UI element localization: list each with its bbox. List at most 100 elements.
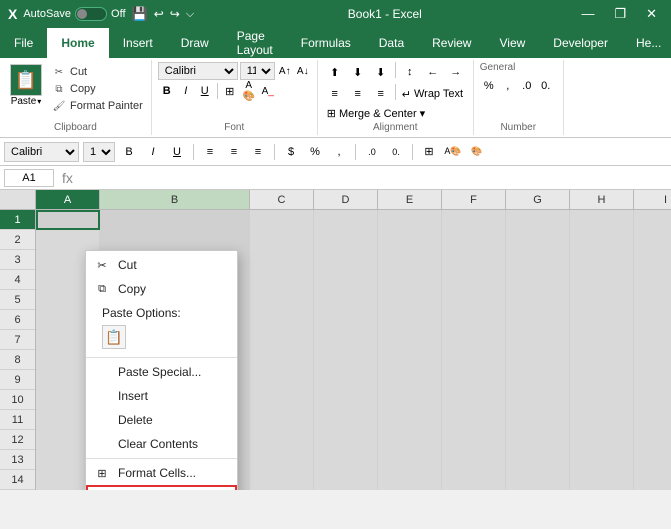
select-all-corner[interactable]: [0, 190, 36, 209]
cell-i1[interactable]: [634, 210, 671, 230]
cell-g4[interactable]: [506, 270, 570, 290]
cell-i8[interactable]: [634, 350, 671, 370]
cell-e11[interactable]: [378, 410, 442, 430]
mini-comma-btn[interactable]: ,: [329, 142, 349, 162]
wrap-text-button[interactable]: ↵ Wrap Text: [399, 84, 466, 104]
cell-i11[interactable]: [634, 410, 671, 430]
cell-e1[interactable]: [378, 210, 442, 230]
font-family-select[interactable]: Calibri: [158, 62, 238, 80]
cell-f11[interactable]: [442, 410, 506, 430]
cell-h8[interactable]: [570, 350, 634, 370]
cell-d8[interactable]: [314, 350, 378, 370]
mini-border-btn[interactable]: ⊞: [419, 142, 439, 162]
undo-icon[interactable]: ↩: [154, 7, 164, 21]
row-header-13[interactable]: 13: [0, 450, 35, 470]
cell-f2[interactable]: [442, 230, 506, 250]
cell-d12[interactable]: [314, 430, 378, 450]
ctx-paste-special[interactable]: Paste Special...: [86, 360, 237, 384]
cell-h12[interactable]: [570, 430, 634, 450]
align-bottom-btn[interactable]: ⬇: [370, 62, 392, 82]
cell-i4[interactable]: [634, 270, 671, 290]
cell-f9[interactable]: [442, 370, 506, 390]
cell-e4[interactable]: [378, 270, 442, 290]
cell-i9[interactable]: [634, 370, 671, 390]
align-middle-btn[interactable]: ⬇: [347, 62, 369, 82]
row-header-11[interactable]: 11: [0, 410, 35, 430]
percent-btn[interactable]: %: [480, 77, 498, 95]
mini-dec-increase[interactable]: .0: [362, 142, 382, 162]
tab-developer[interactable]: Developer: [539, 28, 622, 58]
cell-d2[interactable]: [314, 230, 378, 250]
cell-d5[interactable]: [314, 290, 378, 310]
autosave-toggle[interactable]: [75, 7, 107, 21]
cell-c6[interactable]: [250, 310, 314, 330]
row-header-4[interactable]: 4: [0, 270, 35, 290]
mini-currency-btn[interactable]: $: [281, 142, 301, 162]
row-header-7[interactable]: 7: [0, 330, 35, 350]
mini-align-center[interactable]: ≡: [224, 142, 244, 162]
row-header-9[interactable]: 9: [0, 370, 35, 390]
comma-btn[interactable]: ,: [499, 77, 517, 95]
cell-d11[interactable]: [314, 410, 378, 430]
cell-g14[interactable]: [506, 470, 570, 490]
cell-e5[interactable]: [378, 290, 442, 310]
cell-d9[interactable]: [314, 370, 378, 390]
cell-g2[interactable]: [506, 230, 570, 250]
cell-b1[interactable]: [100, 210, 250, 230]
row-header-14[interactable]: 14: [0, 470, 35, 490]
fill-color-button[interactable]: A🎨: [240, 82, 258, 100]
align-right-btn[interactable]: ≡: [370, 84, 392, 104]
cell-e9[interactable]: [378, 370, 442, 390]
cell-h14[interactable]: [570, 470, 634, 490]
cell-d4[interactable]: [314, 270, 378, 290]
border-button[interactable]: ⊞: [221, 82, 239, 100]
cell-f14[interactable]: [442, 470, 506, 490]
cell-c9[interactable]: [250, 370, 314, 390]
align-center-btn[interactable]: ≡: [347, 84, 369, 104]
cell-f8[interactable]: [442, 350, 506, 370]
cell-g11[interactable]: [506, 410, 570, 430]
cell-f7[interactable]: [442, 330, 506, 350]
cell-e10[interactable]: [378, 390, 442, 410]
mini-percent-btn[interactable]: %: [305, 142, 325, 162]
merge-center-button[interactable]: ⊞ Merge & Center ▾: [324, 106, 467, 121]
mini-font-select[interactable]: Calibri: [4, 142, 79, 162]
cell-c13[interactable]: [250, 450, 314, 470]
cell-b2[interactable]: [100, 230, 250, 250]
cell-c3[interactable]: [250, 250, 314, 270]
cell-f12[interactable]: [442, 430, 506, 450]
ctx-clear-contents[interactable]: Clear Contents: [86, 432, 237, 456]
tab-draw[interactable]: Draw: [167, 28, 223, 58]
cell-c2[interactable]: [250, 230, 314, 250]
col-header-h[interactable]: H: [570, 190, 634, 209]
cell-c8[interactable]: [250, 350, 314, 370]
col-header-c[interactable]: C: [250, 190, 314, 209]
cell-c14[interactable]: [250, 470, 314, 490]
cell-h4[interactable]: [570, 270, 634, 290]
row-header-3[interactable]: 3: [0, 250, 35, 270]
cell-d13[interactable]: [314, 450, 378, 470]
minimize-btn[interactable]: —: [575, 4, 600, 24]
cell-i14[interactable]: [634, 470, 671, 490]
col-header-g[interactable]: G: [506, 190, 570, 209]
row-header-8[interactable]: 8: [0, 350, 35, 370]
tab-view[interactable]: View: [485, 28, 539, 58]
bold-button[interactable]: B: [158, 82, 176, 100]
row-header-5[interactable]: 5: [0, 290, 35, 310]
align-top-btn[interactable]: ⬆: [324, 62, 346, 82]
cell-reference-box[interactable]: [4, 169, 54, 187]
row-header-2[interactable]: 2: [0, 230, 35, 250]
paste-dropdown-arrow[interactable]: ▾: [37, 97, 41, 106]
save-icon[interactable]: 💾: [132, 6, 148, 22]
cell-h6[interactable]: [570, 310, 634, 330]
text-direction-btn[interactable]: ↕: [399, 62, 421, 82]
ctx-cut[interactable]: ✂ Cut: [86, 253, 237, 277]
cell-d10[interactable]: [314, 390, 378, 410]
more-tools-icon[interactable]: ⌵: [186, 8, 194, 21]
mini-dec-decrease[interactable]: 0.: [386, 142, 406, 162]
cell-a2[interactable]: [36, 230, 100, 250]
col-header-e[interactable]: E: [378, 190, 442, 209]
cell-h11[interactable]: [570, 410, 634, 430]
cell-h3[interactable]: [570, 250, 634, 270]
mini-fill-color[interactable]: 🎨: [467, 142, 487, 162]
